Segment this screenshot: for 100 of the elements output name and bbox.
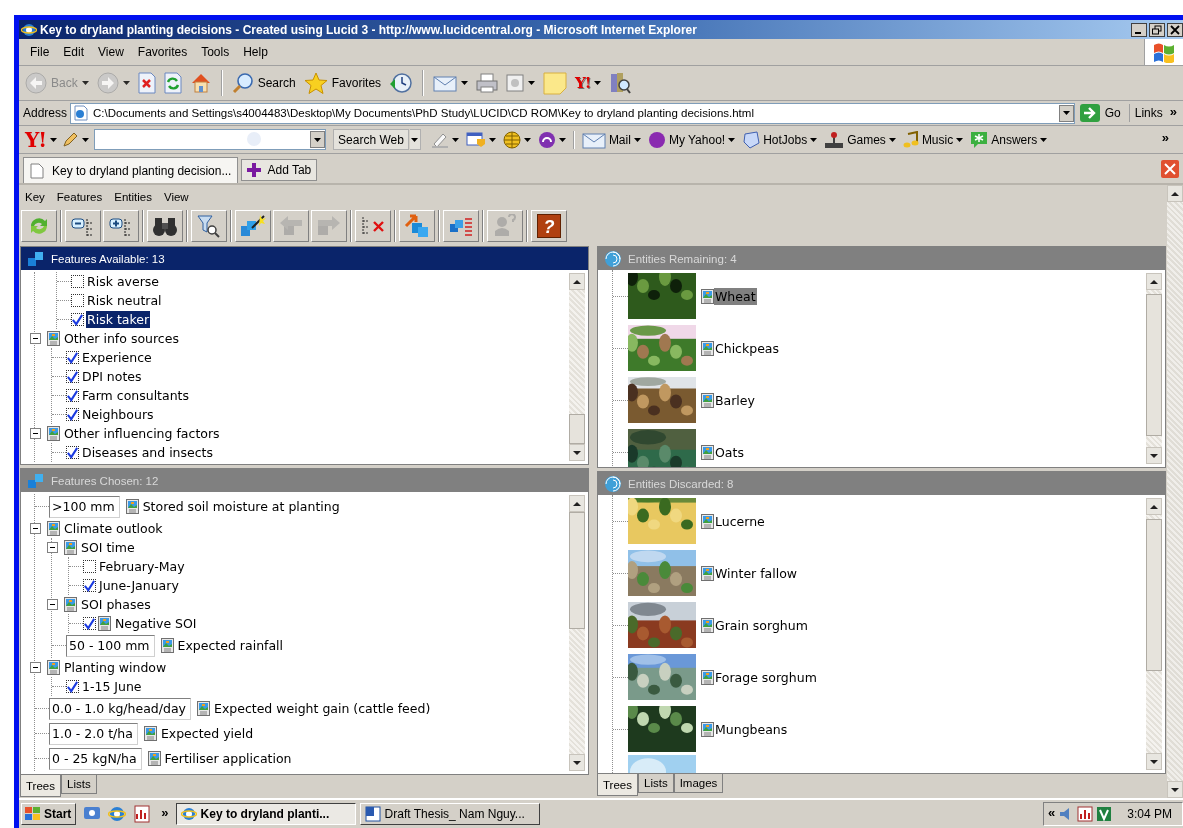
expand-button[interactable]: [103, 210, 139, 242]
refresh-button[interactable]: [161, 69, 184, 97]
checkbox[interactable]: [66, 680, 79, 693]
search-web-button[interactable]: Search Web: [333, 129, 409, 150]
tree-item[interactable]: February-May: [98, 558, 186, 575]
scroll-thumb[interactable]: [569, 414, 585, 444]
tree-item[interactable]: SOI time: [80, 539, 136, 556]
shield-icon[interactable]: [1096, 806, 1113, 822]
tree-item[interactable]: Risk averse: [86, 273, 160, 290]
scrollbar[interactable]: [1146, 498, 1162, 770]
scrollbar[interactable]: [569, 495, 585, 771]
scroll-up-button[interactable]: [569, 273, 585, 290]
menu-item[interactable]: Help: [236, 45, 275, 59]
entity-item[interactable]: Winter fallow: [714, 564, 799, 582]
tree-item[interactable]: Other info sources: [63, 330, 180, 347]
scrollbar[interactable]: [1146, 273, 1162, 464]
chart-document-icon[interactable]: [1077, 806, 1094, 822]
scroll-thumb[interactable]: [569, 512, 585, 629]
scroll-down-button[interactable]: [569, 754, 585, 771]
value-field[interactable]: 0.0 - 1.0 kg/head/day: [49, 697, 191, 720]
help-button[interactable]: ?: [531, 210, 567, 242]
scroll-up-button[interactable]: [1146, 273, 1162, 290]
mail-button[interactable]: Mail: [578, 128, 644, 151]
search-button[interactable]: Search: [229, 69, 298, 97]
entity-item[interactable]: Mungbeans: [714, 720, 789, 738]
menu-item[interactable]: File: [23, 45, 57, 59]
tree-item[interactable]: Risk neutral: [86, 292, 163, 309]
menu-item[interactable]: View: [157, 191, 195, 203]
scroll-thumb[interactable]: [1146, 294, 1162, 436]
scroll-down-button[interactable]: [1167, 781, 1183, 798]
browser-icon[interactable]: [108, 805, 127, 823]
checkbox[interactable]: [71, 294, 84, 307]
value-field[interactable]: 0 - 25 kgN/ha: [49, 747, 142, 770]
clear-button[interactable]: [355, 210, 391, 242]
scrollbar[interactable]: [1167, 185, 1183, 798]
tree-item[interactable]: Negative SOI: [114, 615, 198, 632]
music-button[interactable]: Music: [899, 128, 967, 151]
scrollbar[interactable]: [569, 273, 585, 461]
menu-item[interactable]: Favorites: [130, 45, 195, 59]
tree-item[interactable]: Farm consultants: [81, 387, 191, 404]
checkbox[interactable]: [66, 370, 79, 383]
restart-button[interactable]: [21, 210, 57, 242]
expander-icon[interactable]: [30, 662, 41, 673]
value-field[interactable]: 50 - 100 mm: [66, 634, 155, 657]
taskbar-button[interactable]: Draft Thesis_ Nam Nguy...: [359, 803, 540, 825]
tree-item[interactable]: Other influencing factors: [63, 425, 221, 442]
tree-item[interactable]: DPI notes: [81, 368, 143, 385]
tree-item[interactable]: Diseases and insects: [81, 444, 215, 461]
scroll-up-button[interactable]: [1146, 498, 1162, 515]
tree-item[interactable]: Climate outlook: [63, 520, 164, 537]
dropdown-button[interactable]: [1058, 104, 1074, 122]
address-field[interactable]: C:\Documents and Settings\s4004483\Desktop\My Documents\PhD Study\LUCID\CD ROM\Key to dryland planting decisions.html: [70, 102, 1075, 124]
scroll-down-button[interactable]: [1146, 753, 1162, 770]
go-button[interactable]: Go: [1077, 104, 1130, 122]
add-tab-button[interactable]: Add Tab: [241, 159, 318, 181]
favorites-button[interactable]: Favorites: [301, 69, 384, 97]
tree-item[interactable]: Expected yield: [159, 725, 255, 742]
entity-item[interactable]: Forage sorghum: [714, 668, 818, 686]
checkbox[interactable]: [71, 275, 84, 288]
tree-item[interactable]: Experience: [81, 349, 153, 366]
hotjobs-button[interactable]: HotJobs: [739, 128, 821, 151]
scroll-down-button[interactable]: [569, 444, 585, 461]
entity-item[interactable]: Wheat: [714, 287, 757, 305]
tab[interactable]: Trees: [597, 774, 638, 796]
tab[interactable]: Lists: [61, 775, 97, 794]
links-label[interactable]: Links: [1132, 106, 1165, 120]
best-button[interactable]: [235, 210, 271, 242]
tree-item[interactable]: Neighbours: [81, 406, 155, 423]
checkbox[interactable]: [83, 579, 96, 592]
more-button[interactable]: »: [1167, 103, 1183, 123]
games-button[interactable]: Games: [821, 128, 899, 151]
tree-item[interactable]: Expected rainfall: [176, 637, 285, 654]
expander-icon[interactable]: [30, 523, 41, 534]
checkbox[interactable]: [83, 617, 96, 630]
expander-icon[interactable]: [30, 333, 41, 344]
tab[interactable]: Trees: [20, 775, 61, 797]
value-field[interactable]: >100 mm: [49, 495, 120, 518]
tree-item[interactable]: June-January: [98, 577, 180, 594]
tree-item[interactable]: Planting window: [63, 659, 168, 676]
menu-item[interactable]: Entities: [108, 191, 158, 203]
scroll-up-button[interactable]: [569, 495, 585, 512]
expand-tray-button[interactable]: «: [1048, 805, 1056, 823]
my-yahoo-button[interactable]: My Yahoo!: [644, 128, 739, 151]
tab[interactable]: Images: [673, 774, 724, 793]
expander-icon[interactable]: [30, 428, 41, 439]
chart-document-icon[interactable]: [133, 805, 152, 823]
tree-item[interactable]: Expected weight gain (cattle feed): [213, 700, 432, 717]
tree-item[interactable]: 1-15 June: [81, 678, 143, 695]
filter-button[interactable]: [191, 210, 227, 242]
tree-item[interactable]: Risk taker: [86, 311, 151, 328]
minimize-icon[interactable]: [1131, 22, 1147, 37]
menu-item[interactable]: View: [91, 45, 131, 59]
tree-item[interactable]: Fertiliser application: [163, 750, 293, 767]
menu-item[interactable]: Features: [50, 191, 109, 203]
checkbox[interactable]: [71, 313, 84, 326]
entity-item[interactable]: Chickpeas: [714, 339, 781, 357]
menu-item[interactable]: Key: [19, 191, 51, 203]
entity-item[interactable]: Barley: [714, 391, 756, 409]
more-button[interactable]: »: [1159, 130, 1175, 149]
dropdown-button[interactable]: [409, 129, 421, 150]
